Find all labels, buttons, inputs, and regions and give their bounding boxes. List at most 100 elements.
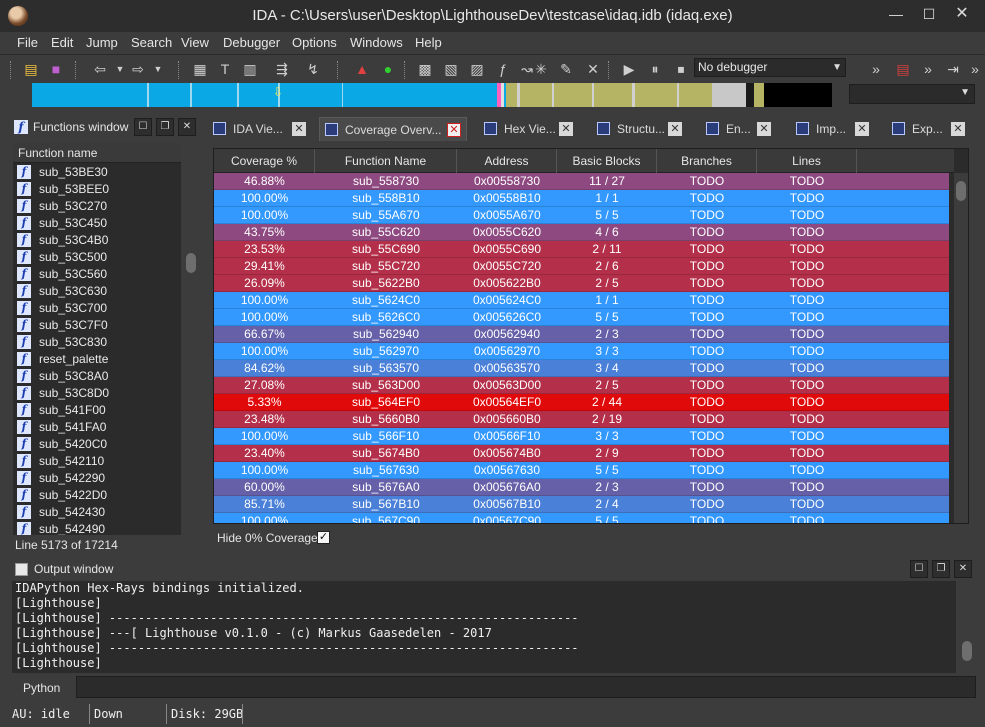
chevron-down-icon[interactable]: ▼ [148, 59, 168, 79]
function-list-item[interactable]: f sub_53BEE0 [13, 181, 181, 198]
tab-enums[interactable]: En... ✕ [701, 117, 777, 141]
function-list-item[interactable]: f sub_53C8D0 [13, 385, 181, 402]
function-list-item[interactable]: f sub_541F00 [13, 402, 181, 419]
output-scrollbar[interactable] [960, 581, 974, 673]
function-list-item[interactable]: f sub_53C7F0 [13, 317, 181, 334]
jump-down-icon[interactable]: ↯ [303, 59, 323, 79]
table-row[interactable]: 5.33% sub_564EF0 0x00564EF0 2 / 44 TODO TODO [214, 394, 949, 411]
menu-file[interactable]: File [17, 32, 38, 54]
tab-coverage-overview[interactable]: Coverage Overv... ✕ [319, 117, 467, 141]
close-icon[interactable]: ✕ [668, 122, 682, 136]
table-row[interactable]: 100.00% sub_567630 0x00567630 5 / 5 TODO TODO [214, 462, 949, 479]
table-row[interactable]: 60.00% sub_5676A0 0x005676A0 2 / 3 TODO TODO [214, 479, 949, 496]
close-icon[interactable]: ✕ [757, 122, 771, 136]
back-arrow-icon[interactable]: ⇦ [90, 59, 110, 79]
function-list-item[interactable]: f sub_53C270 [13, 198, 181, 215]
minimize-button[interactable]: — [880, 0, 912, 28]
offset-icon[interactable]: ƒ [493, 59, 513, 79]
menu-jump[interactable]: Jump [86, 32, 118, 54]
tab-imports[interactable]: Imp... ✕ [791, 117, 875, 141]
menu-debugger[interactable]: Debugger [223, 32, 280, 54]
function-list-item[interactable]: f sub_53C8A0 [13, 368, 181, 385]
function-list-item[interactable]: f sub_53C830 [13, 334, 181, 351]
run-icon[interactable]: ▶ [619, 59, 639, 79]
functions-column-header[interactable]: Function name [13, 143, 181, 163]
menu-options[interactable]: Options [292, 32, 337, 54]
menu-edit[interactable]: Edit [51, 32, 73, 54]
column-function-name[interactable]: Function Name [315, 149, 457, 173]
panel-restore-button[interactable]: ❐ [156, 118, 174, 136]
segment-select[interactable]: ▼ [849, 84, 975, 104]
hide-zero-checkbox[interactable]: ✓ [317, 531, 330, 544]
coverage-scrollbar-thumb[interactable] [956, 181, 966, 201]
table-row[interactable]: 100.00% sub_567C90 0x00567C90 5 / 5 TODO TODO [214, 513, 949, 523]
functions-scrollbar[interactable] [184, 143, 198, 535]
table-row[interactable]: 43.75% sub_55C620 0x0055C620 4 / 6 TODO TODO [214, 224, 949, 241]
tab-ida-view[interactable]: IDA Vie... ✕ [208, 117, 311, 141]
column-basic-blocks[interactable]: Basic Blocks [557, 149, 657, 173]
table-row[interactable]: 100.00% sub_5626C0 0x005626C0 5 / 5 TODO TODO [214, 309, 949, 326]
table-row[interactable]: 29.41% sub_55C720 0x0055C720 2 / 6 TODO TODO [214, 258, 949, 275]
tab-exports[interactable]: Exp... ✕ [887, 117, 969, 141]
function-list-item[interactable]: f sub_541FA0 [13, 419, 181, 436]
export-icon[interactable]: ⇥ [943, 59, 963, 79]
convert-icon[interactable]: ⇶ [272, 59, 292, 79]
table-row[interactable]: 85.71% sub_567B10 0x00567B10 2 / 4 TODO TODO [214, 496, 949, 513]
python-command-input[interactable] [76, 676, 976, 698]
toolbar-overflow-icon[interactable]: » [918, 59, 938, 79]
close-button[interactable]: ✕ [946, 0, 978, 28]
menu-windows[interactable]: Windows [350, 32, 403, 54]
debugger-select[interactable]: No debugger ▼ [694, 58, 846, 77]
column-lines[interactable]: Lines [757, 149, 857, 173]
list-icon[interactable]: ▤ [893, 59, 913, 79]
table-row[interactable]: 26.09% sub_5622B0 0x005622B0 2 / 5 TODO TODO [214, 275, 949, 292]
array-icon[interactable]: ▨ [467, 59, 487, 79]
tab-hex-view[interactable]: Hex Vie... ✕ [479, 117, 579, 141]
panel-close-button[interactable]: ✕ [178, 118, 196, 136]
menu-view[interactable]: View [181, 32, 209, 54]
menu-help[interactable]: Help [415, 32, 442, 54]
close-icon[interactable]: ✕ [447, 123, 461, 137]
panel-float-button[interactable]: ☐ [134, 118, 152, 136]
function-list-item[interactable]: f sub_53C700 [13, 300, 181, 317]
function-list-item[interactable]: f sub_5420C0 [13, 436, 181, 453]
table-row[interactable]: 27.08% sub_563D00 0x00563D00 2 / 5 TODO TODO [214, 377, 949, 394]
maximize-button[interactable]: ☐ [913, 0, 945, 28]
stop-icon[interactable]: ⏹ [671, 59, 691, 79]
text-icon[interactable]: T [215, 59, 235, 79]
data-icon[interactable]: ▥ [240, 59, 260, 79]
delete-icon[interactable]: ✕ [583, 59, 603, 79]
menu-search[interactable]: Search [131, 32, 172, 54]
function-list-item[interactable]: f sub_5422D0 [13, 487, 181, 504]
close-icon[interactable]: ✕ [559, 122, 573, 136]
panel-float-button[interactable]: ☐ [910, 560, 928, 578]
chevron-down-icon[interactable]: ▼ [110, 59, 130, 79]
save-icon[interactable]: ■ [46, 59, 66, 79]
table-row[interactable]: 100.00% sub_55A670 0x0055A670 5 / 5 TODO TODO [214, 207, 949, 224]
function-list-item[interactable]: f sub_53C560 [13, 266, 181, 283]
close-icon[interactable]: ✕ [292, 122, 306, 136]
function-list-item[interactable]: f sub_542490 [13, 521, 181, 535]
functions-scrollbar-thumb[interactable] [186, 253, 196, 273]
code-icon[interactable]: ▦ [190, 59, 210, 79]
table-row[interactable]: 46.88% sub_558730 0x00558730 11 / 27 TODO TOD… [214, 173, 949, 190]
column-branches[interactable]: Branches [657, 149, 757, 173]
table-row[interactable]: 84.62% sub_563570 0x00563570 3 / 4 TODO TODO [214, 360, 949, 377]
close-icon[interactable]: ✕ [855, 122, 869, 136]
navigation-band[interactable]: ⇩ [32, 83, 832, 107]
table-row[interactable]: 100.00% sub_5624C0 0x005624C0 1 / 1 TODO TODO [214, 292, 949, 309]
function-list-item[interactable]: f sub_542290 [13, 470, 181, 487]
warning-icon[interactable]: ▲ [352, 59, 372, 79]
breakpoint-icon[interactable]: ✳ [531, 59, 551, 79]
column-address[interactable]: Address [457, 149, 557, 173]
function-list-item[interactable]: f sub_53C630 [13, 283, 181, 300]
coverage-scrollbar[interactable] [954, 173, 968, 523]
status-green-icon[interactable]: ● [378, 59, 398, 79]
enum-icon[interactable]: ▩ [415, 59, 435, 79]
pause-icon[interactable]: ⏸ [645, 59, 665, 79]
output-scrollbar-thumb[interactable] [962, 641, 972, 661]
toolbar-overflow-icon[interactable]: » [866, 59, 886, 79]
table-row[interactable]: 66.67% sub_562940 0x00562940 2 / 3 TODO TODO [214, 326, 949, 343]
table-row[interactable]: 23.53% sub_55C690 0x0055C690 2 / 11 TODO TODO [214, 241, 949, 258]
table-row[interactable]: 23.48% sub_5660B0 0x005660B0 2 / 19 TODO TODO [214, 411, 949, 428]
